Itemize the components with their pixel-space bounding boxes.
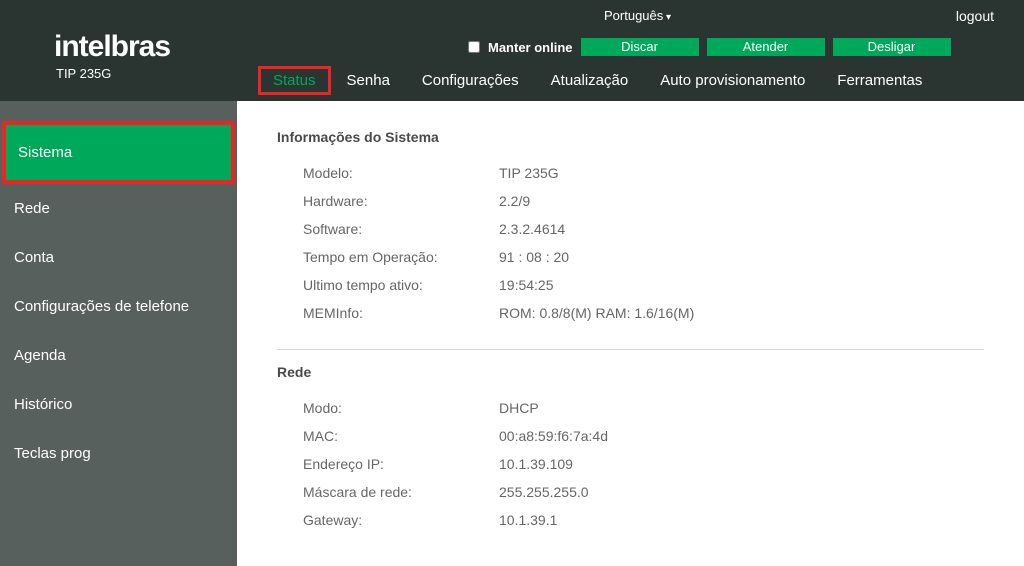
value-model: TIP 235G [499,165,559,181]
value-gateway: 10.1.39.1 [499,512,557,528]
sidebar-item-system[interactable]: Sistema [6,125,231,180]
sidebar-item-history[interactable]: Histórico [0,380,237,429]
sidebar-item-system-wrap: Sistema [2,121,235,184]
value-hardware: 2.2/9 [499,193,530,209]
sidebar-item-phone-config[interactable]: Configurações de telefone [0,282,237,331]
value-mask: 255.255.255.0 [499,484,589,500]
dial-button[interactable]: Discar [581,38,699,56]
section-system-info: Informações do Sistema Modelo: TIP 235G … [277,129,1024,327]
hangup-button[interactable]: Desligar [833,38,951,56]
value-meminfo: ROM: 0.8/8(M) RAM: 1.6/16(M) [499,305,694,321]
value-software: 2.3.2.4614 [499,221,565,237]
value-uptime: 91 : 08 : 20 [499,249,569,265]
sidebar-item-network[interactable]: Rede [0,184,237,233]
value-last-active: 19:54:25 [499,277,554,293]
row-software: Software: 2.3.2.4614 [277,215,1024,243]
sidebar-item-progkeys[interactable]: Teclas prog [0,429,237,478]
row-uptime: Tempo em Operação: 91 : 08 : 20 [277,243,1024,271]
row-model: Modelo: TIP 235G [277,159,1024,187]
value-mac: 00:a8:59:f6:7a:4d [499,428,608,444]
top-tabs: Status Senha Configurações Atualização A… [258,66,938,95]
section-network: Rede Modo: DHCP MAC: 00:a8:59:f6:7a:4d E… [277,364,1024,534]
tab-config[interactable]: Configurações [406,67,535,94]
label-model: Modelo: [277,165,499,181]
label-mode: Modo: [277,400,499,416]
sidebar-item-account[interactable]: Conta [0,233,237,282]
keep-online-row: Manter online Discar Atender Desligar [468,38,951,56]
label-hardware: Hardware: [277,193,499,209]
value-ip: 10.1.39.109 [499,456,573,472]
label-mac: MAC: [277,428,499,444]
section-title-system: Informações do Sistema [277,129,1024,145]
row-ip: Endereço IP: 10.1.39.109 [277,450,1024,478]
row-mask: Máscara de rede: 255.255.255.0 [277,478,1024,506]
label-last-active: Ultimo tempo ativo: [277,277,499,293]
main: Sistema Rede Conta Configurações de tele… [0,101,1024,566]
row-gateway: Gateway: 10.1.39.1 [277,506,1024,534]
row-mode: Modo: DHCP [277,394,1024,422]
label-uptime: Tempo em Operação: [277,249,499,265]
logout-link[interactable]: logout [956,8,994,24]
sidebar: Sistema Rede Conta Configurações de tele… [0,101,237,566]
keep-online-label: Manter online [488,40,573,55]
answer-button[interactable]: Atender [707,38,825,56]
header: intelbras TIP 235G Português logout Mant… [0,0,1024,101]
tab-password[interactable]: Senha [331,67,406,94]
brand-logo: intelbras [54,30,170,64]
row-meminfo: MEMInfo: ROM: 0.8/8(M) RAM: 1.6/16(M) [277,299,1024,327]
row-mac: MAC: 00:a8:59:f6:7a:4d [277,422,1024,450]
label-gateway: Gateway: [277,512,499,528]
section-title-network: Rede [277,364,1024,380]
keep-online-checkbox[interactable] [468,41,480,53]
model-label: TIP 235G [56,66,170,81]
logo-block: intelbras TIP 235G [54,30,170,81]
row-last-active: Ultimo tempo ativo: 19:54:25 [277,271,1024,299]
tab-update[interactable]: Atualização [535,67,645,94]
tab-autoprov[interactable]: Auto provisionamento [644,67,821,94]
divider [277,349,984,350]
tab-tools[interactable]: Ferramentas [821,67,938,94]
tab-status[interactable]: Status [258,66,331,95]
content: Informações do Sistema Modelo: TIP 235G … [237,101,1024,566]
language-selector[interactable]: Português [604,8,671,23]
label-mask: Máscara de rede: [277,484,499,500]
sidebar-item-agenda[interactable]: Agenda [0,331,237,380]
value-mode: DHCP [499,400,539,416]
label-software: Software: [277,221,499,237]
label-ip: Endereço IP: [277,456,499,472]
label-meminfo: MEMInfo: [277,305,499,321]
row-hardware: Hardware: 2.2/9 [277,187,1024,215]
